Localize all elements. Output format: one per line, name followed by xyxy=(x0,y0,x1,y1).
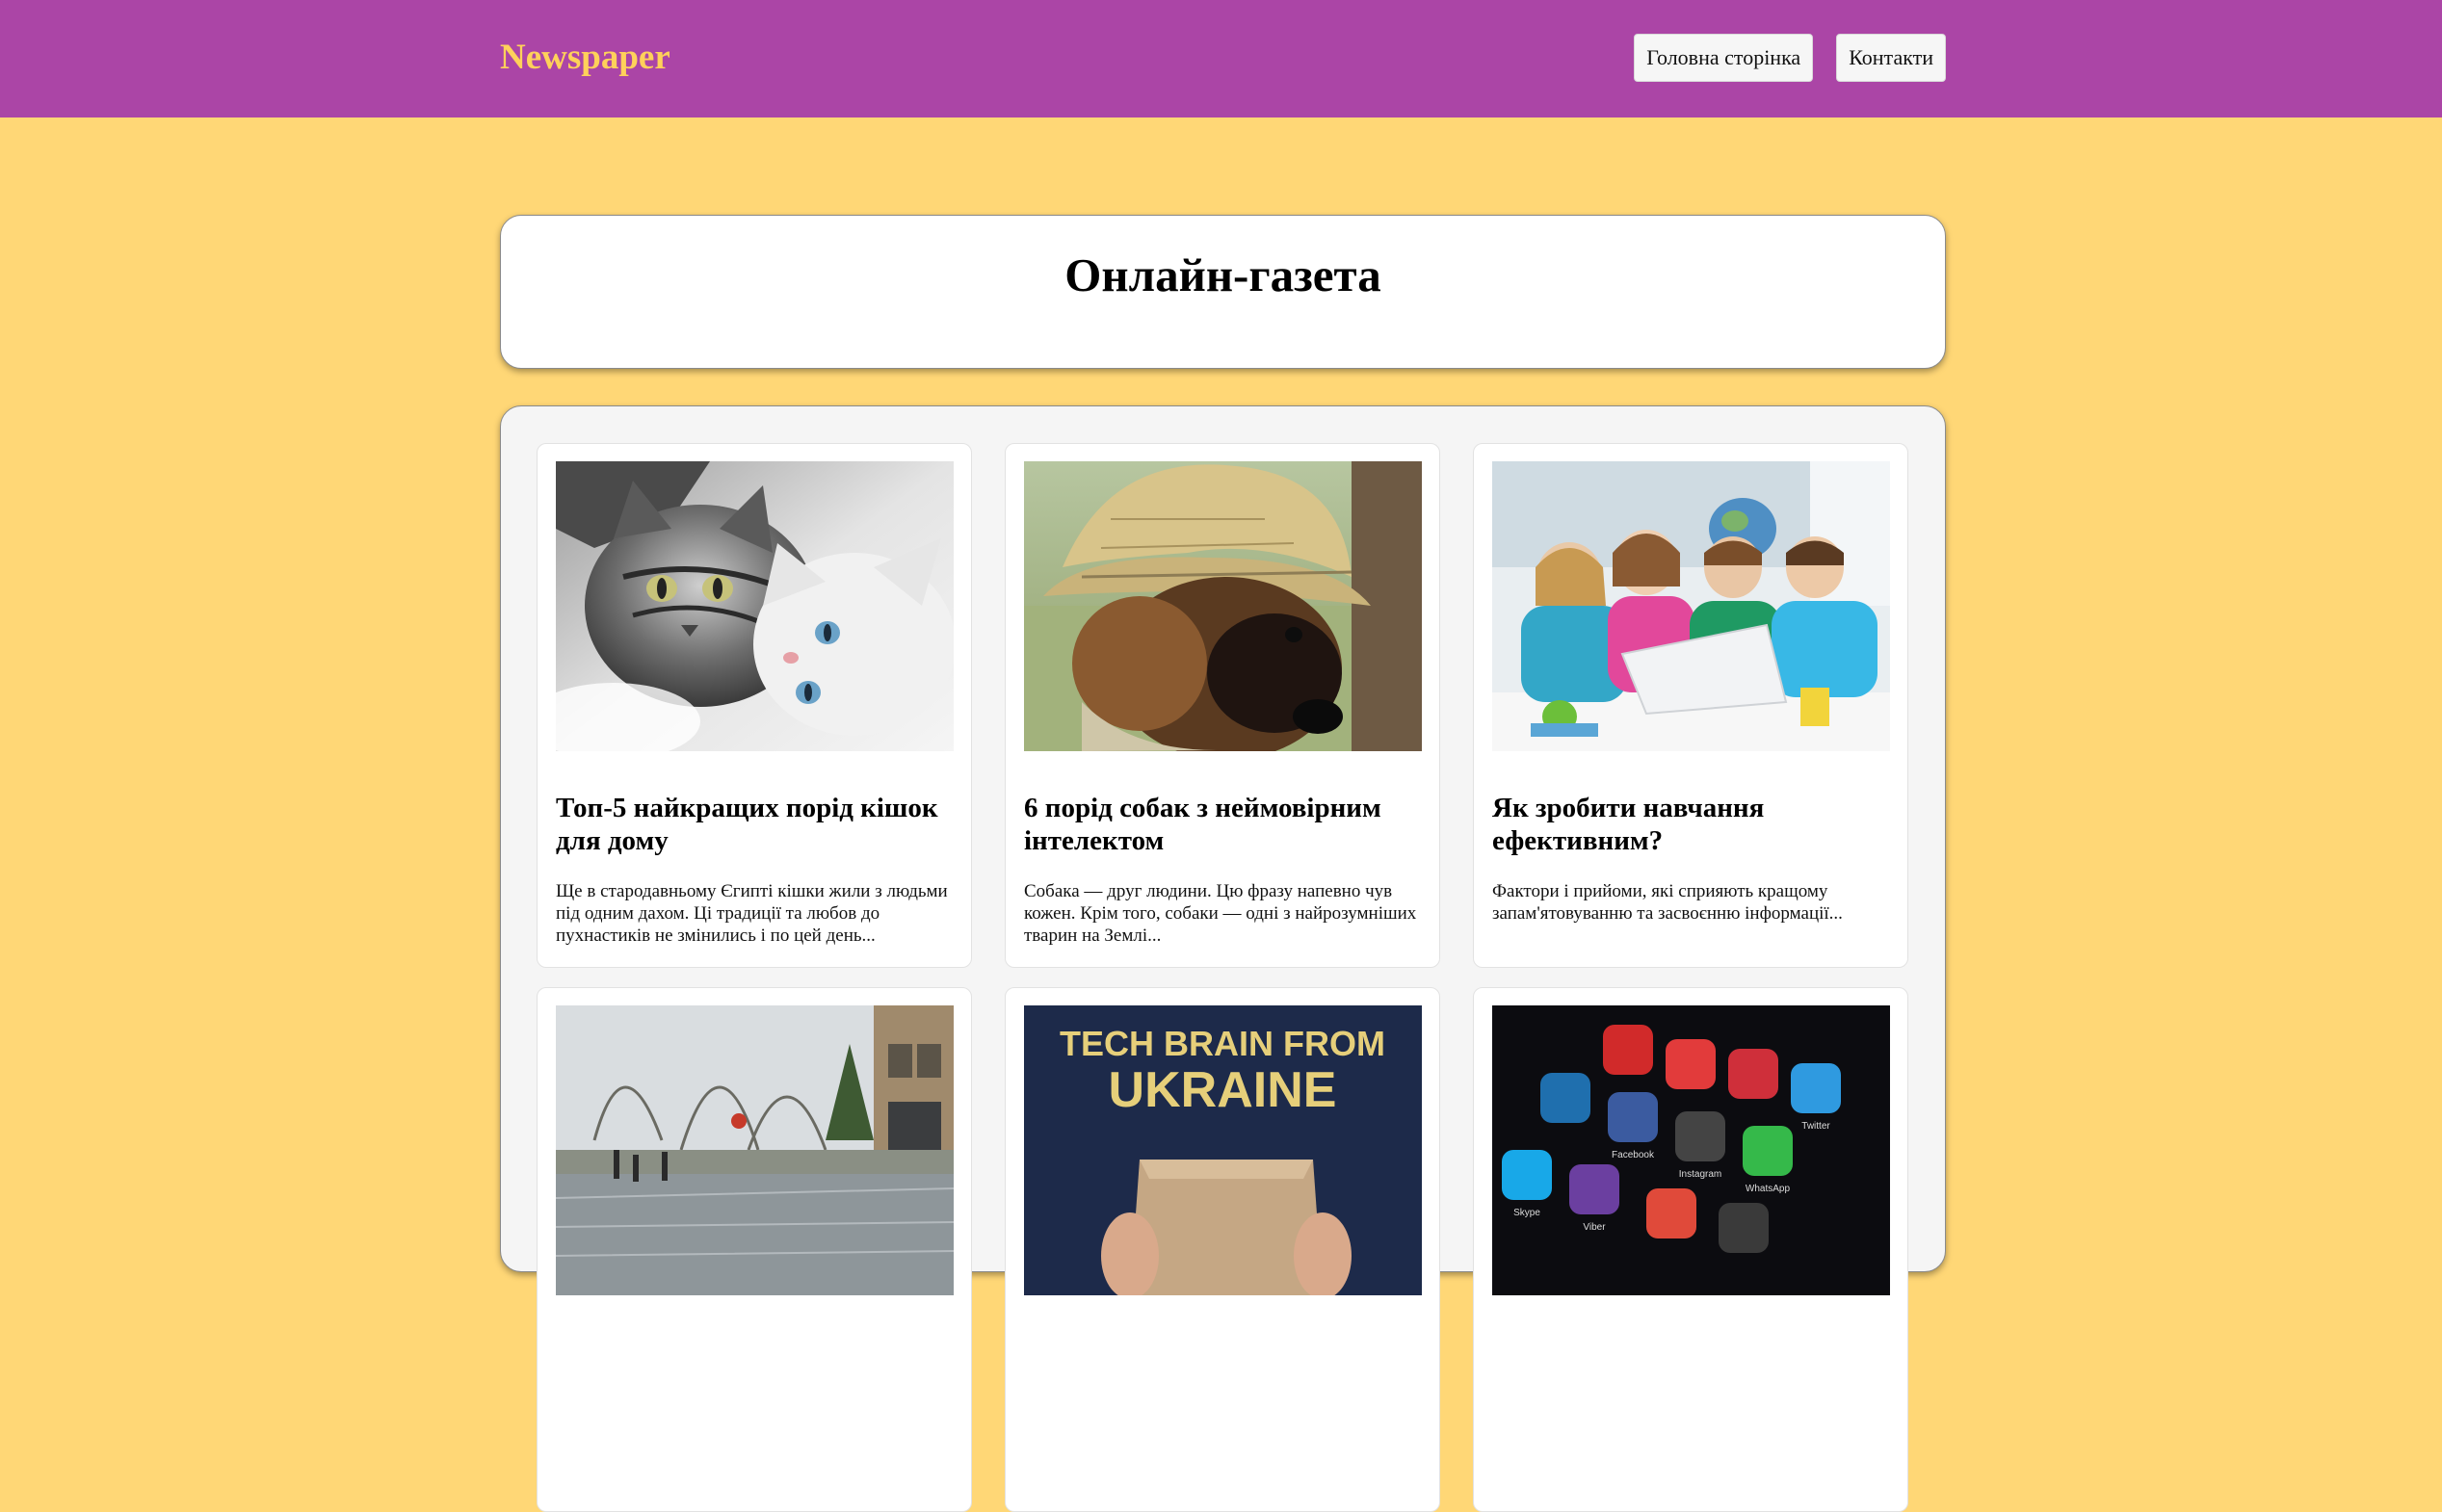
brand-logo-link[interactable]: Newspaper xyxy=(500,31,670,85)
flooded-street-photo xyxy=(556,1005,954,1295)
articles-container: Топ-5 найкращих порід кішок для дому Ще … xyxy=(500,405,1946,1512)
top-header: Newspaper Головна сторінка Контакти xyxy=(0,0,2442,117)
page-title: Онлайн-газета xyxy=(1064,248,1381,301)
app-label: WhatsApp xyxy=(1746,1184,1791,1194)
nav-home-button[interactable]: Головна сторінка xyxy=(1634,34,1814,82)
app-label: Skype xyxy=(1513,1208,1540,1218)
svg-text:UKRAINE: UKRAINE xyxy=(1109,1062,1337,1118)
article-excerpt: Фактори і прийоми, які сприяють кращому … xyxy=(1492,881,1843,924)
article-title xyxy=(1492,1295,1889,1336)
article-card-flood[interactable] xyxy=(537,987,972,1512)
svg-text:TECH BRAIN FROM: TECH BRAIN FROM xyxy=(1060,1024,1385,1063)
article-card-social[interactable]: Skype Viber Facebook Instagram WhatsApp … xyxy=(1473,987,1908,1512)
article-title: 6 порід собак з неймовірним інтелектом xyxy=(1024,793,1381,856)
tech-brain-shirt-photo: TECH BRAIN FROM UKRAINE xyxy=(1024,1005,1422,1295)
puppy-in-hat-photo xyxy=(1024,461,1422,751)
cats-photo xyxy=(556,461,954,751)
article-title xyxy=(556,1295,953,1336)
nav-contacts-button[interactable]: Контакти xyxy=(1836,34,1946,82)
children-with-laptop-photo xyxy=(1492,461,1890,751)
hero-card: Онлайн-газета xyxy=(500,215,1946,369)
main-nav: Головна сторінка Контакти xyxy=(1634,34,1946,82)
article-excerpt: Собака — друг людини. Цю фразу напевно ч… xyxy=(1024,881,1417,946)
article-title: Топ-5 найкращих порід кішок для дому xyxy=(556,793,938,856)
article-title xyxy=(1024,1295,1421,1336)
article-excerpt: Ще в стародавньому Єгипті кішки жили з л… xyxy=(556,881,948,946)
article-card-learning[interactable]: Як зробити навчання ефективним? Фактори … xyxy=(1473,443,1908,968)
app-label: Twitter xyxy=(1801,1121,1830,1132)
app-label: Instagram xyxy=(1679,1169,1721,1180)
article-card-tech[interactable]: TECH BRAIN FROM UKRAINE xyxy=(1005,987,1440,1512)
app-label: Viber xyxy=(1583,1222,1606,1233)
article-card-dogs[interactable]: 6 порід собак з неймовірним інтелектом С… xyxy=(1005,443,1440,968)
social-app-icons-photo: Skype Viber Facebook Instagram WhatsApp … xyxy=(1492,1005,1890,1295)
articles-grid: Топ-5 найкращих порід кішок для дому Ще … xyxy=(537,443,1908,1512)
article-title: Як зробити навчання ефективним? xyxy=(1492,793,1765,856)
article-card-cats[interactable]: Топ-5 найкращих порід кішок для дому Ще … xyxy=(537,443,972,968)
app-label: Facebook xyxy=(1612,1150,1655,1160)
